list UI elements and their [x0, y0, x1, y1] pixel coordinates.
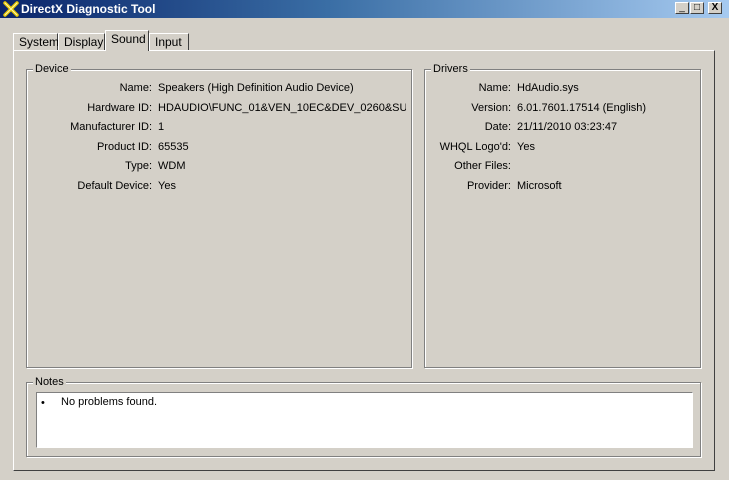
tab-system[interactable]: System: [13, 33, 60, 51]
dxdiag-window: DirectX Diagnostic Tool _ □ X System Dis…: [0, 0, 729, 480]
other-files-label: Other Files:: [454, 160, 511, 172]
driver-name-label: Name:: [478, 82, 511, 94]
bullet-icon: •: [41, 397, 45, 409]
default-device-label: Default Device:: [77, 180, 152, 192]
tab-input[interactable]: Input: [149, 33, 189, 51]
drivers-legend: Drivers: [431, 62, 470, 76]
tab-display-label: Display: [64, 35, 104, 49]
provider-value: Microsoft: [517, 180, 562, 192]
manufacturer-id-value: 1: [158, 121, 165, 133]
device-legend: Device: [33, 62, 71, 76]
default-device-value: Yes: [158, 180, 176, 192]
provider-label: Provider:: [466, 180, 511, 192]
close-icon: X: [711, 2, 719, 13]
whql-value: Yes: [517, 141, 535, 153]
tab-input-label: Input: [155, 35, 182, 49]
whql-label: WHQL Logo'd:: [439, 141, 511, 153]
driver-name-value: HdAudio.sys: [517, 82, 579, 94]
tab-sound-label: Sound: [111, 32, 146, 46]
hardware-id-value: HDAUDIO\FUNC_01&VEN_10EC&DEV_0260&SUBS': [158, 102, 406, 114]
driver-date-value: 21/11/2010 03:23:47: [517, 121, 618, 133]
type-value: WDM: [158, 160, 186, 172]
minimize-icon: _: [679, 2, 685, 13]
product-id-value: 65535: [158, 141, 189, 153]
maximize-icon: □: [693, 2, 701, 13]
driver-version-label: Version:: [471, 102, 511, 114]
driver-date-label: Date:: [484, 121, 511, 133]
manufacturer-id-label: Manufacturer ID:: [70, 121, 152, 133]
tab-system-label: System: [19, 35, 60, 49]
title-bar[interactable]: DirectX Diagnostic Tool _ □ X: [0, 0, 729, 18]
notes-list[interactable]: • No problems found.: [36, 392, 693, 448]
device-name-label: Name:: [119, 82, 152, 94]
close-button[interactable]: X: [708, 2, 722, 14]
driver-version-value: 6.01.7601.17514 (English): [517, 102, 647, 114]
product-id-label: Product ID:: [96, 141, 152, 153]
hardware-id-label: Hardware ID:: [87, 102, 152, 114]
minimize-button[interactable]: _: [675, 2, 689, 14]
notes-legend: Notes: [33, 375, 66, 389]
device-name-value: Speakers (High Definition Audio Device): [158, 82, 354, 94]
directx-icon: [3, 1, 19, 17]
window-title: DirectX Diagnostic Tool: [21, 2, 156, 16]
tab-sound[interactable]: Sound: [105, 30, 149, 51]
note-item: No problems found.: [61, 396, 157, 408]
maximize-button[interactable]: □: [690, 2, 704, 14]
type-label: Type:: [125, 160, 152, 172]
tab-display[interactable]: Display: [58, 33, 105, 51]
